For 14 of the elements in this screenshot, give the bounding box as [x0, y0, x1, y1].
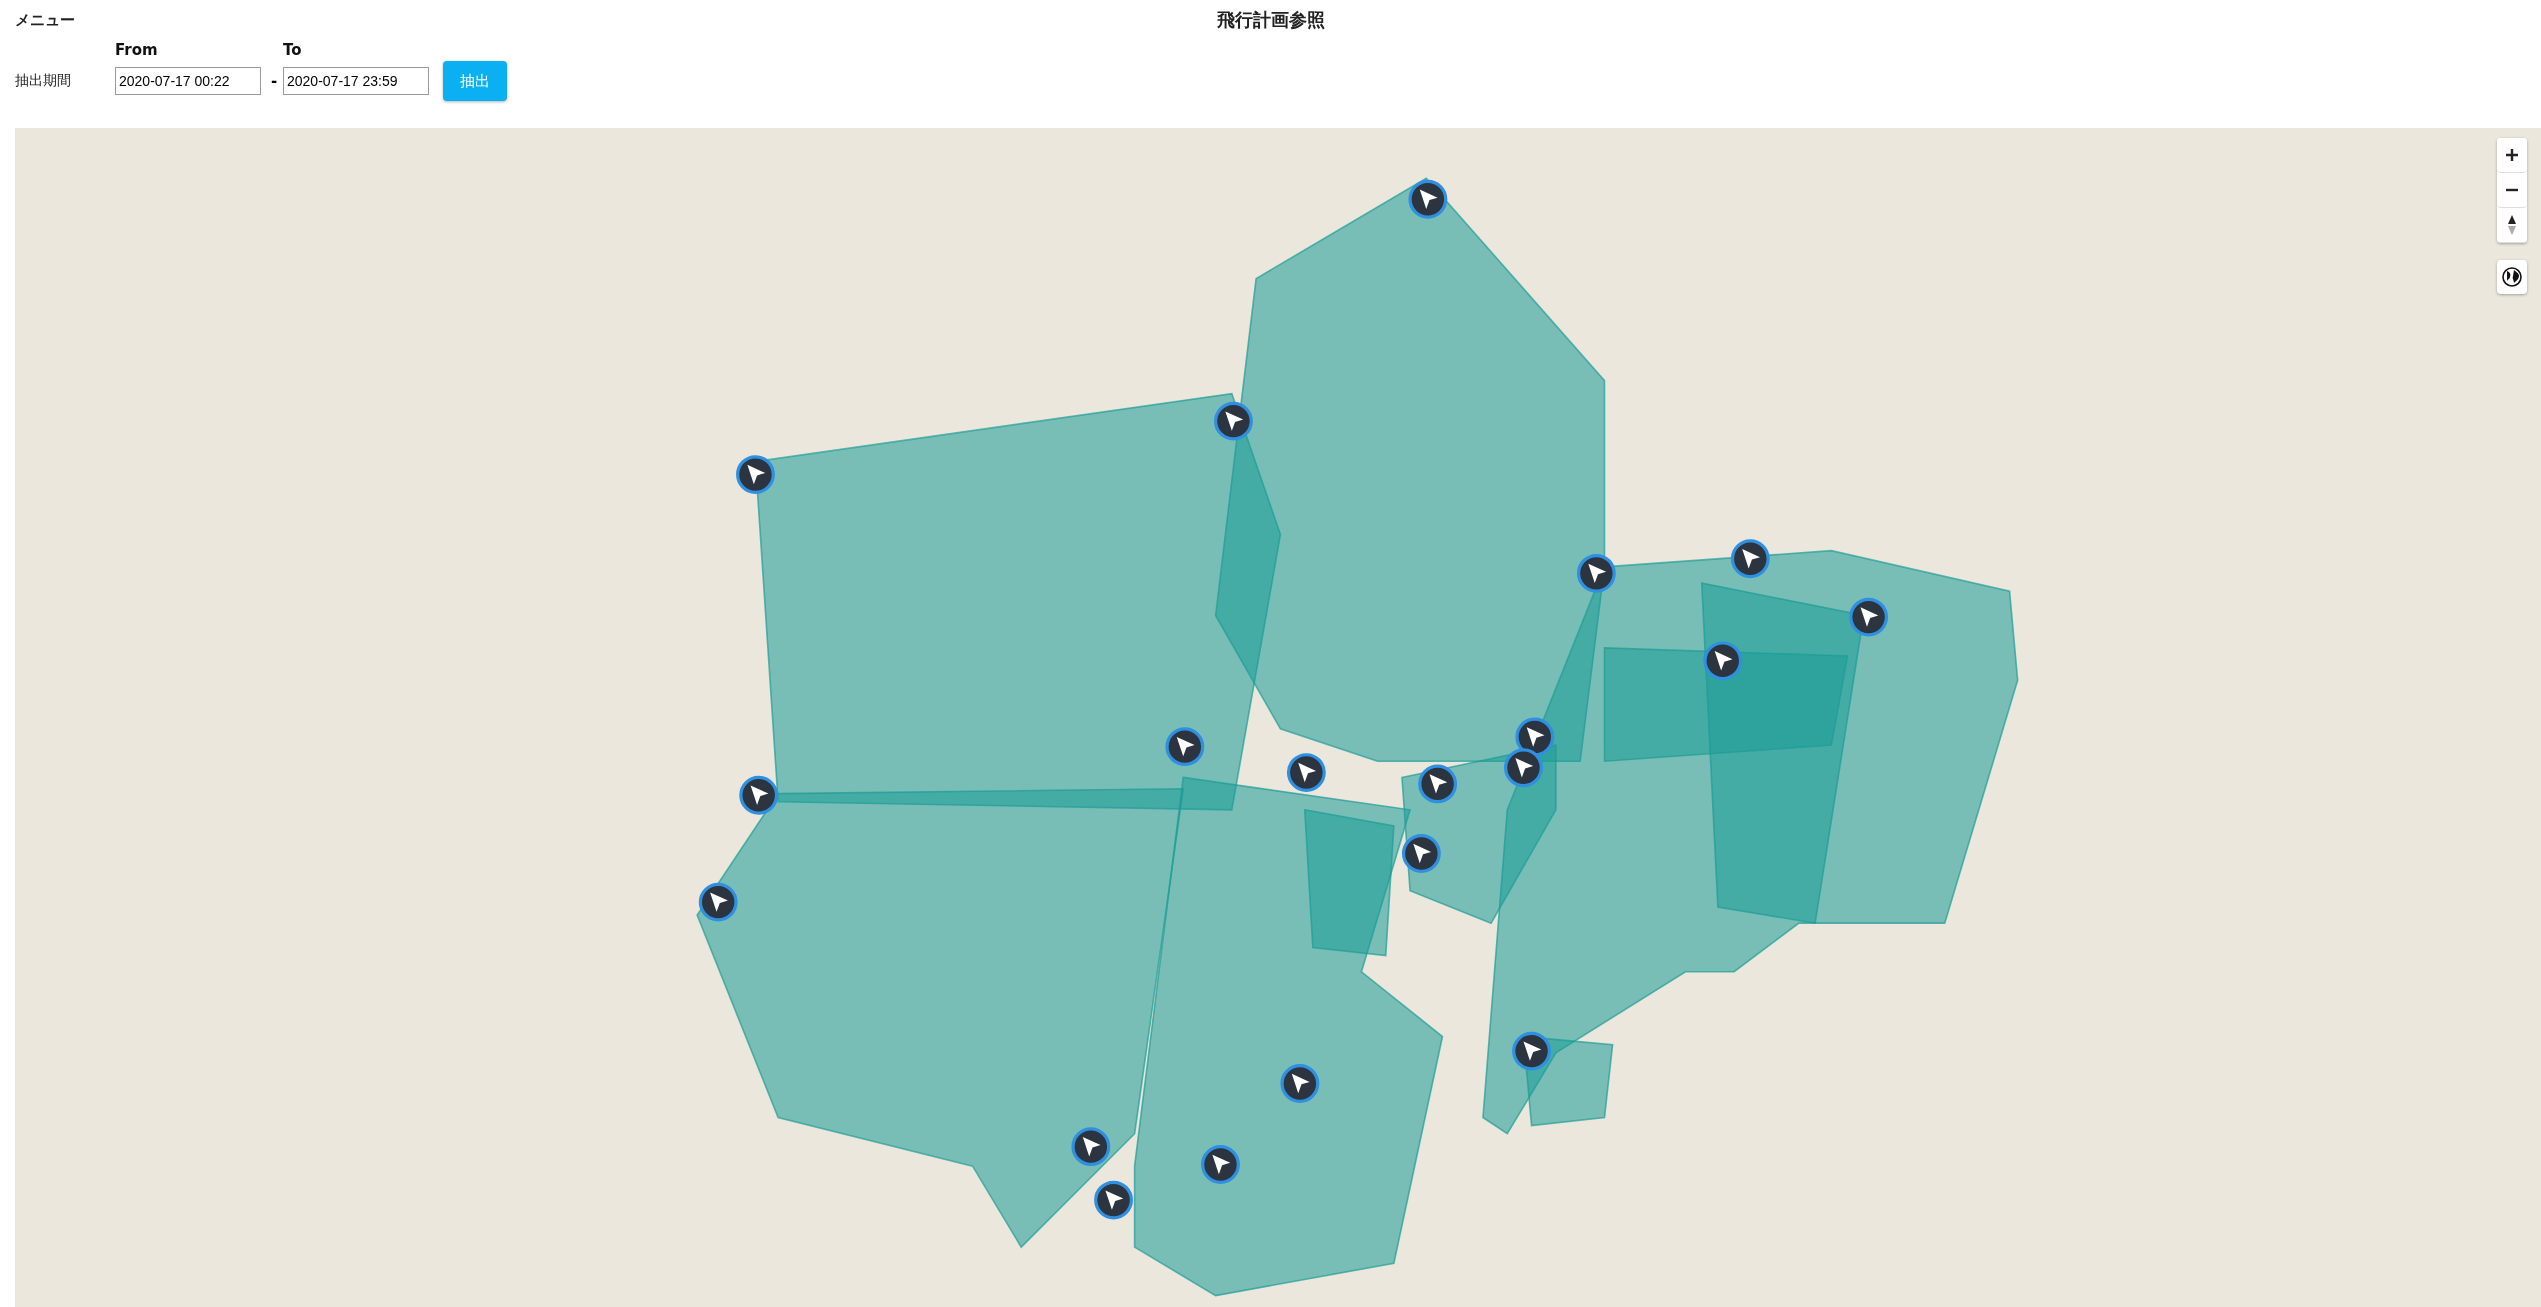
- zoom-out-button[interactable]: [2497, 173, 2527, 208]
- to-date-field[interactable]: 2020-07-17 23:59: [283, 67, 429, 95]
- from-date-field[interactable]: 2020-07-17 00:22: [115, 67, 261, 95]
- compass-icon: [2507, 214, 2517, 236]
- range-separator: -: [270, 72, 278, 90]
- compass-button[interactable]: [2497, 208, 2527, 243]
- globe-button[interactable]: [2497, 260, 2527, 294]
- to-label: To: [283, 41, 302, 59]
- page-title: 飛行計画参照: [1216, 8, 1325, 32]
- plus-icon: [2505, 148, 2519, 162]
- from-label: From: [115, 41, 158, 59]
- zoom-in-button[interactable]: [2497, 138, 2527, 173]
- period-label: 抽出期間: [15, 72, 71, 90]
- menu-link[interactable]: メニュー: [15, 10, 75, 30]
